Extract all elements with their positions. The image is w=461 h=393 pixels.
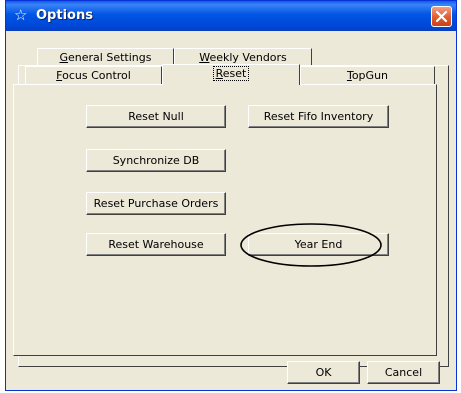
tab-topgun-label: TopGun <box>346 69 389 82</box>
tab-general-settings-label: General Settings <box>59 51 152 64</box>
reset-tab-panel: Reset Null Reset Fifo Inventory Synchron… <box>13 84 437 356</box>
cancel-button[interactable]: Cancel <box>367 361 440 384</box>
ok-button[interactable]: OK <box>287 361 360 384</box>
tab-reset[interactable]: Reset <box>162 64 300 85</box>
star-outline-icon: ☆ <box>14 6 28 24</box>
tab-weekly-vendors-label: Weekly Vendors <box>199 51 287 64</box>
tab-focus-control-label: Focus Control <box>56 69 131 82</box>
reset-warehouse-button[interactable]: Reset Warehouse <box>86 233 226 256</box>
title-bar[interactable]: ☆ Options <box>6 1 456 31</box>
year-end-button[interactable]: Year End <box>248 233 389 256</box>
reset-purchase-orders-button[interactable]: Reset Purchase Orders <box>86 192 226 215</box>
window-title: Options <box>36 8 93 23</box>
close-icon <box>435 10 448 23</box>
tab-focus-control[interactable]: Focus Control <box>25 66 162 84</box>
tab-reset-label: Reset <box>212 66 250 81</box>
reset-fifo-inventory-button[interactable]: Reset Fifo Inventory <box>248 105 389 128</box>
reset-null-button[interactable]: Reset Null <box>86 105 226 128</box>
options-dialog: ☆ Options General Settings Weekly Vendor… <box>5 0 457 391</box>
close-button[interactable] <box>431 6 452 27</box>
tab-topgun[interactable]: TopGun <box>300 66 435 84</box>
synchronize-db-button[interactable]: Synchronize DB <box>86 149 226 172</box>
